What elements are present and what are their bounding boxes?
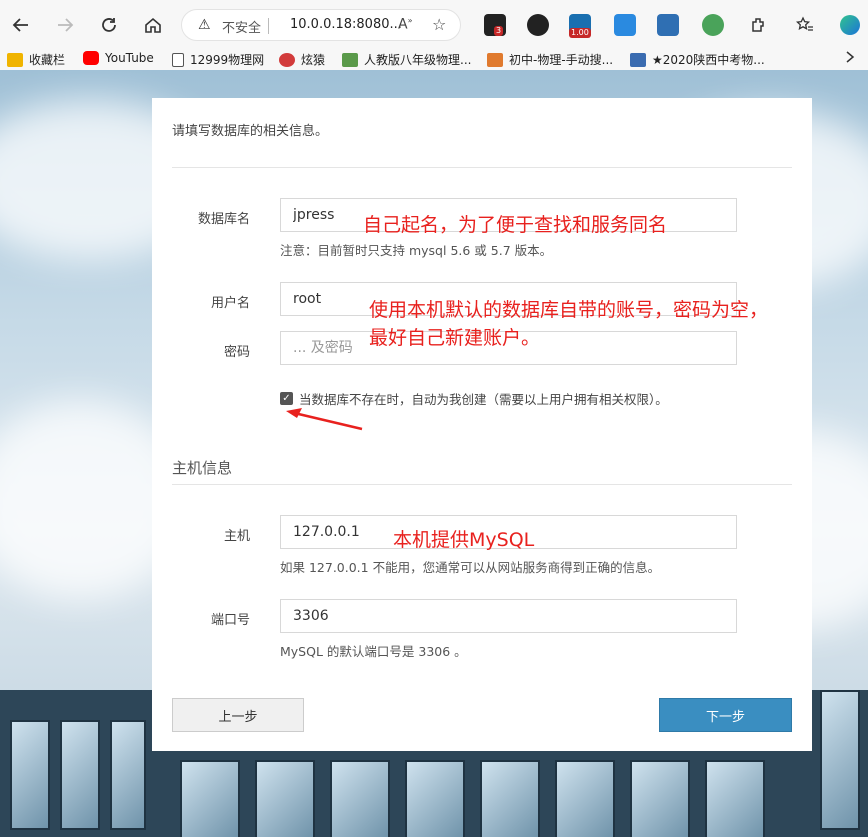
extension-badge: 3	[494, 26, 504, 36]
host-label: 主机	[223, 529, 250, 544]
warning-icon[interactable]: ⚠	[198, 17, 211, 33]
folder-icon	[7, 52, 23, 67]
address-bar[interactable]: ⚠ 不安全 10.0.0.18:8080... A» ☆	[181, 9, 461, 41]
bookmark-item[interactable]: 初中-物理-手动搜...	[487, 51, 613, 68]
extension-icon-1[interactable]: 3	[484, 14, 506, 36]
bookmark-label: 12999物理网	[190, 53, 265, 67]
bookmark-item[interactable]: ★2020陕西中考物...	[630, 51, 765, 68]
address-url[interactable]: 10.0.0.18:8080...	[290, 17, 402, 32]
favorites-icon[interactable]	[791, 11, 819, 39]
bookmark-item[interactable]: 收藏栏	[7, 51, 65, 68]
username-label: 用户名	[210, 296, 250, 311]
bookmarks-bar: 收藏栏 YouTube 12999物理网 炫猿 人教版八年级物理... 初中-物…	[0, 50, 868, 70]
page-icon	[172, 52, 184, 67]
speed-extension-icon[interactable]: 1.00	[569, 14, 591, 38]
bookmark-item[interactable]: 12999物理网	[172, 51, 264, 68]
bookmark-label: YouTube	[105, 51, 154, 65]
fox-icon	[487, 52, 503, 67]
reload-icon[interactable]	[95, 11, 123, 39]
port-input[interactable]	[280, 599, 737, 633]
previous-step-button[interactable]: 上一步	[172, 698, 304, 732]
edge-icon[interactable]	[836, 11, 864, 39]
user-annotation-line2: 最好自己新建账户。	[369, 327, 541, 349]
browser-toolbar: ⚠ 不安全 10.0.0.18:8080... A» ☆ 3 1.00	[0, 0, 868, 50]
bookmark-label: 初中-物理-手动搜...	[509, 53, 614, 67]
bookmark-item[interactable]: YouTube	[83, 51, 154, 65]
bookmark-item[interactable]: 人教版八年级物理...	[342, 51, 471, 68]
port-label: 端口号	[210, 613, 250, 628]
bookmark-label: 人教版八年级物理...	[364, 53, 472, 67]
extension-icon-6[interactable]	[702, 14, 724, 36]
home-icon[interactable]	[139, 11, 167, 39]
divider	[172, 167, 792, 168]
extension-icon-2[interactable]	[527, 14, 549, 36]
database-setup-card: 请填写数据库的相关信息。 数据库名 注意：目前暂时只支持 mysql 5.6 或…	[152, 98, 812, 751]
add-favorite-icon[interactable]: ☆	[432, 15, 446, 34]
host-hint: 如果 127.0.0.1 不能用，您通常可以从网站服务商得到正确的信息。	[280, 560, 661, 575]
password-label: 密码	[223, 345, 250, 360]
user-annotation-line1: 使用本机默认的数据库自带的账号，密码为空，	[369, 299, 769, 321]
divider	[172, 484, 792, 485]
host-section-title: 主机信息	[172, 459, 233, 477]
insecure-label[interactable]: 不安全	[222, 17, 261, 36]
next-step-button[interactable]: 下一步	[659, 698, 792, 732]
host-annotation: 本机提供MySQL	[393, 529, 535, 551]
speed-badge: 1.00	[569, 28, 591, 38]
address-divider	[268, 18, 269, 34]
extensions-icon[interactable]	[744, 11, 772, 39]
bookmark-label: 收藏栏	[29, 53, 66, 67]
bookmark-item[interactable]: 炫猿	[279, 51, 325, 68]
read-aloud-icon[interactable]: A»	[398, 16, 412, 33]
more-bookmarks-icon[interactable]	[845, 51, 855, 63]
db-name-annotation: 自己起名，为了便于查找和服务同名	[363, 214, 668, 236]
db-version-hint: 注意：目前暂时只支持 mysql 5.6 或 5.7 版本。	[280, 243, 553, 258]
port-hint: MySQL 的默认端口号是 3306 。	[280, 644, 467, 659]
telegram-extension-icon[interactable]	[614, 14, 636, 36]
bookmark-label: ★2020陕西中考物...	[652, 53, 765, 67]
forward-icon[interactable]	[51, 11, 79, 39]
book-icon	[342, 52, 358, 67]
kao-icon	[630, 52, 646, 67]
bookmark-label: 炫猿	[301, 53, 326, 67]
form-intro: 请填写数据库的相关信息。	[172, 124, 329, 139]
extension-icon-5[interactable]	[657, 14, 679, 36]
youtube-icon	[83, 51, 99, 65]
xuanyuan-icon	[279, 52, 295, 67]
annotation-arrow-icon	[286, 408, 363, 431]
db-name-label: 数据库名	[197, 212, 250, 227]
back-icon[interactable]	[7, 11, 35, 39]
